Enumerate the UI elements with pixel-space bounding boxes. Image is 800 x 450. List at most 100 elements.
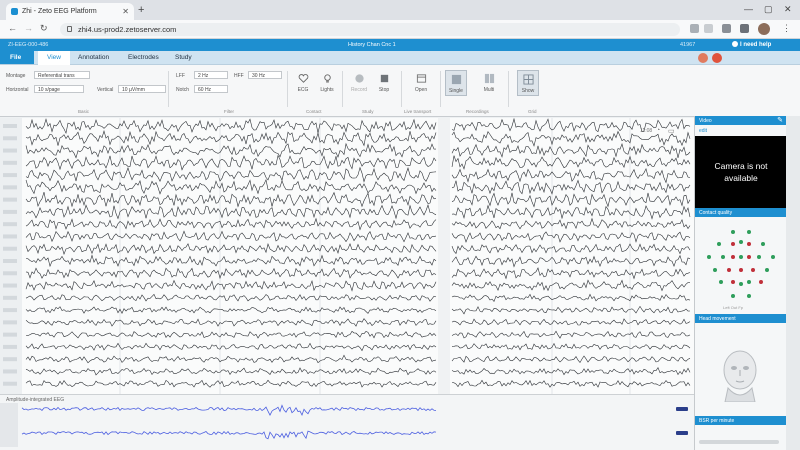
electrode-dot[interactable]: [757, 255, 761, 259]
lights-button[interactable]: Lights: [316, 73, 338, 93]
minimize-icon[interactable]: —: [744, 4, 753, 14]
reload-icon[interactable]: ↻: [40, 23, 48, 34]
ecg-button[interactable]: ECG: [292, 73, 314, 93]
vertical-scrollbar[interactable]: [786, 116, 800, 450]
menu-view[interactable]: View: [38, 51, 70, 65]
channel-label-marker: [3, 160, 17, 165]
electrode-dot[interactable]: [721, 255, 725, 259]
menu-annotation[interactable]: Annotation: [78, 54, 109, 61]
montage-label: Montage: [6, 73, 26, 79]
electrode-dot[interactable]: [747, 230, 751, 234]
horizontal-select[interactable]: 10 s/page: [34, 85, 84, 93]
eeg-traces[interactable]: [0, 118, 694, 394]
close-window-icon[interactable]: ✕: [784, 4, 792, 15]
ribbon-separator: [401, 71, 402, 107]
hff-select[interactable]: 30 Hz: [248, 71, 282, 79]
channel-label-marker: [3, 369, 17, 374]
eeg-channel-trace: [25, 267, 437, 280]
electrode-dot[interactable]: [731, 242, 735, 246]
forward-icon[interactable]: →: [24, 23, 33, 33]
eeg-waveform-area[interactable]: 11:08 ◔ ▭: [0, 118, 694, 394]
open-label: Open: [414, 87, 428, 93]
electrode-dot[interactable]: [731, 255, 735, 259]
montage-select[interactable]: Referential trans: [34, 71, 90, 79]
browser-menu-icon[interactable]: ⋮: [782, 23, 791, 34]
electrode-dot[interactable]: [707, 255, 711, 259]
stop-label: Stop: [378, 87, 390, 93]
eeg-channel-trace: [25, 230, 437, 243]
electrode-contact-map[interactable]: [695, 220, 787, 316]
back-icon[interactable]: ←: [8, 23, 17, 33]
eeg-channel-trace: [451, 155, 691, 170]
ribbon-separator: [342, 71, 343, 107]
ribbon-separator: [287, 71, 288, 107]
electrode-dot[interactable]: [759, 280, 763, 284]
record-icon: [354, 74, 364, 83]
extensions-icon[interactable]: [722, 24, 731, 33]
electrode-dot[interactable]: [739, 282, 743, 286]
user-avatar-2[interactable]: [712, 53, 722, 63]
eeg-channel-trace: [25, 342, 437, 352]
url-field[interactable]: zhi4.us-prod2.zetoserver.com: [60, 23, 680, 36]
user-avatar-1[interactable]: [698, 53, 708, 63]
camera-feed: Camera is not available: [695, 136, 787, 214]
electrode-dot[interactable]: [747, 255, 751, 259]
single-view-button[interactable]: Single: [445, 70, 467, 96]
browser-tab[interactable]: Zhi - Zeto EEG Platform ✕: [6, 3, 134, 20]
electrode-dot[interactable]: [765, 268, 769, 272]
multi-view-button[interactable]: Multi: [478, 73, 500, 93]
edit-icon[interactable]: ✎: [777, 116, 783, 124]
eeg-channel-trace: [25, 379, 437, 388]
electrode-dot[interactable]: [713, 268, 717, 272]
new-tab-icon[interactable]: +: [138, 4, 144, 16]
electrode-dot[interactable]: [727, 268, 731, 272]
electrode-dot[interactable]: [739, 268, 743, 272]
electrode-dot[interactable]: [747, 280, 751, 284]
bookmark-star-icon[interactable]: [704, 24, 713, 33]
close-tab-icon[interactable]: ✕: [122, 7, 129, 16]
video-sublabel: edit: [699, 128, 708, 134]
open-button[interactable]: Open: [410, 73, 432, 93]
electrode-dot[interactable]: [739, 255, 743, 259]
eeg-channel-trace: [25, 191, 437, 208]
electrode-dot[interactable]: [771, 255, 775, 259]
sidebar-icon[interactable]: [740, 24, 749, 33]
vertical-select[interactable]: 10 µV/mm: [118, 85, 166, 93]
channel-label-marker: [3, 246, 17, 251]
ecg-heart-icon: [298, 74, 308, 83]
electrode-dot[interactable]: [731, 230, 735, 234]
eeg-channel-trace: [25, 318, 437, 327]
open-icon: [416, 74, 426, 83]
stop-button[interactable]: Stop: [373, 73, 395, 93]
electrode-dot[interactable]: [761, 242, 765, 246]
electrode-dot[interactable]: [751, 268, 755, 272]
record-button[interactable]: Record: [348, 73, 370, 93]
maximize-icon[interactable]: ▢: [764, 4, 773, 15]
electrode-dot[interactable]: [731, 280, 735, 284]
electrode-dot[interactable]: [739, 240, 743, 244]
menu-study[interactable]: Study: [175, 54, 192, 61]
app-menu-bar: File View Annotation Electrodes Study: [0, 51, 800, 65]
channel-label-marker: [3, 271, 17, 276]
electrode-dot[interactable]: [747, 242, 751, 246]
menu-electrodes[interactable]: Electrodes: [128, 54, 159, 61]
eeg-channel-trace: [25, 142, 436, 159]
lff-select[interactable]: 2 Hz: [194, 71, 228, 79]
electrode-dot[interactable]: [731, 294, 735, 298]
electrode-dot[interactable]: [719, 280, 723, 284]
electrode-dot[interactable]: [717, 242, 721, 246]
channel-label-marker: [3, 124, 17, 128]
channel-label-marker: [3, 259, 17, 263]
help-button[interactable]: I need help: [732, 41, 771, 48]
show-grid-button[interactable]: Show: [517, 70, 539, 96]
electrode-dot[interactable]: [747, 294, 751, 298]
amplitude-integrated-eeg[interactable]: Amplitude-integrated EEG: [0, 394, 694, 450]
eeg-channel-trace: [25, 243, 437, 256]
channel-label-marker: [3, 381, 17, 386]
browser-profile-avatar[interactable]: [758, 23, 770, 35]
eeg-channel-trace: [451, 231, 691, 243]
menu-file[interactable]: File: [0, 51, 34, 64]
notch-select[interactable]: 60 Hz: [194, 85, 228, 93]
share-icon[interactable]: [690, 24, 699, 33]
eeg-channel-trace: [451, 367, 691, 376]
